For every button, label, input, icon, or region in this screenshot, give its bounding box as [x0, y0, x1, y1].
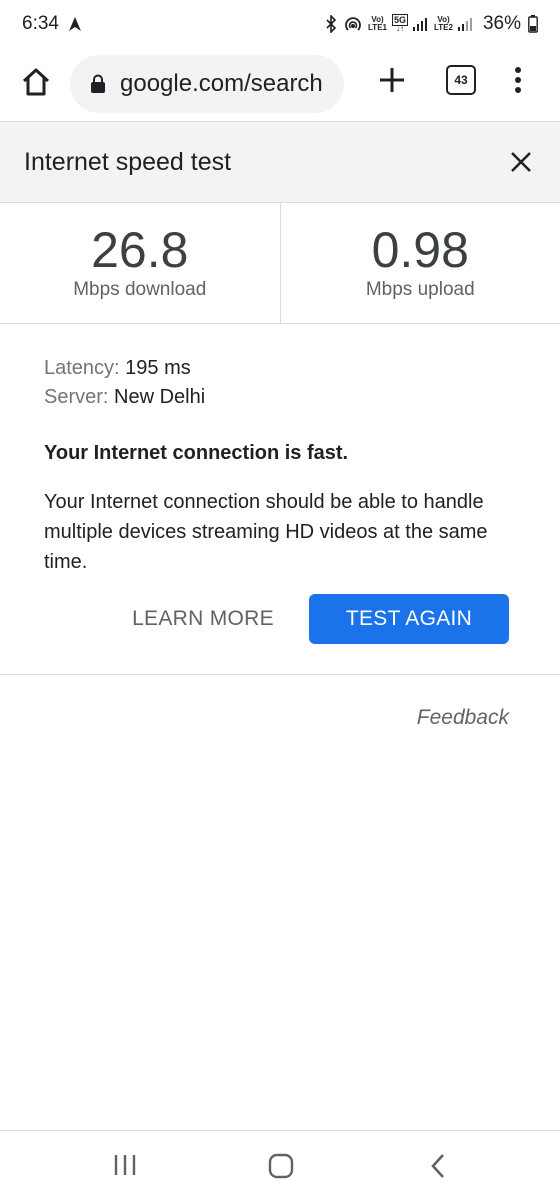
network-type-text: 5G: [391, 13, 408, 26]
feedback-link[interactable]: Feedback: [417, 706, 509, 730]
battery-icon: [528, 15, 538, 33]
connection-verdict: Your Internet connection is fast.: [44, 442, 349, 464]
latency-line: Latency: 195 ms: [44, 354, 524, 383]
signal-icon: [413, 18, 427, 31]
signal-icon-2: [457, 18, 472, 31]
download-result: 26.8 Mbps download: [0, 203, 280, 323]
battery-percent: 36%: [482, 13, 521, 34]
server-line: Server: New Delhi: [44, 383, 524, 412]
latency-key: Latency:: [44, 357, 120, 379]
lock-icon: [91, 74, 105, 93]
upload-value: 0.98: [371, 222, 469, 278]
bluetooth-icon: [326, 15, 337, 33]
server-key: Server:: [44, 386, 109, 408]
divider: [0, 674, 560, 675]
more-vertical-icon: [515, 67, 521, 93]
speed-test-header: Internet speed test: [0, 121, 560, 203]
recents-icon[interactable]: [112, 1153, 138, 1177]
speed-test-actions: LEARN MORE TEST AGAIN: [0, 594, 560, 644]
connection-description: Your Internet connection should be able …: [44, 491, 488, 573]
download-value: 26.8: [91, 222, 189, 278]
home-button[interactable]: [18, 64, 54, 100]
navigation-arrow-icon: [68, 17, 81, 31]
tab-switcher-button[interactable]: 43: [446, 65, 476, 95]
speed-test-title: Internet speed test: [24, 147, 232, 176]
plus-icon: [380, 68, 404, 92]
tab-count: 43: [454, 73, 468, 87]
speed-results: 26.8 Mbps download 0.98 Mbps upload: [0, 203, 560, 324]
download-label: Mbps download: [73, 279, 207, 300]
learn-more-button[interactable]: LEARN MORE: [118, 594, 288, 644]
home-icon: [22, 68, 50, 96]
new-tab-button[interactable]: [374, 62, 410, 98]
sim1-label: Vo) LTE1: [368, 15, 387, 32]
home-nav-icon[interactable]: [268, 1153, 294, 1179]
address-bar[interactable]: google.com/search: [70, 55, 344, 113]
network-type-label: 5G ↓↑: [391, 13, 408, 33]
status-icons: Vo) LTE1 5G ↓↑ Vo) LTE2 36%: [324, 13, 538, 35]
close-icon[interactable]: [508, 149, 534, 175]
latency-value: 195 ms: [125, 357, 191, 379]
status-time: 6:34: [22, 13, 59, 34]
browser-toolbar: google.com/search 43: [0, 48, 560, 120]
server-value: New Delhi: [114, 386, 206, 408]
sim2-label: Vo) LTE2: [434, 15, 453, 32]
system-navigation-bar: [0, 1130, 560, 1200]
back-icon[interactable]: [428, 1153, 448, 1179]
hotspot-icon: [345, 17, 361, 31]
url-text: google.com/search: [120, 70, 323, 97]
test-again-button[interactable]: TEST AGAIN: [309, 594, 509, 644]
overflow-menu-button[interactable]: [506, 62, 530, 98]
status-bar: 6:34 Vo) LTE1 5G ↓↑ Vo) LTE2 36%: [0, 0, 560, 48]
speed-test-details: Latency: 195 ms Server: New Delhi Your I…: [44, 354, 524, 577]
upload-result: 0.98 Mbps upload: [279, 203, 560, 323]
upload-label: Mbps upload: [365, 279, 475, 300]
